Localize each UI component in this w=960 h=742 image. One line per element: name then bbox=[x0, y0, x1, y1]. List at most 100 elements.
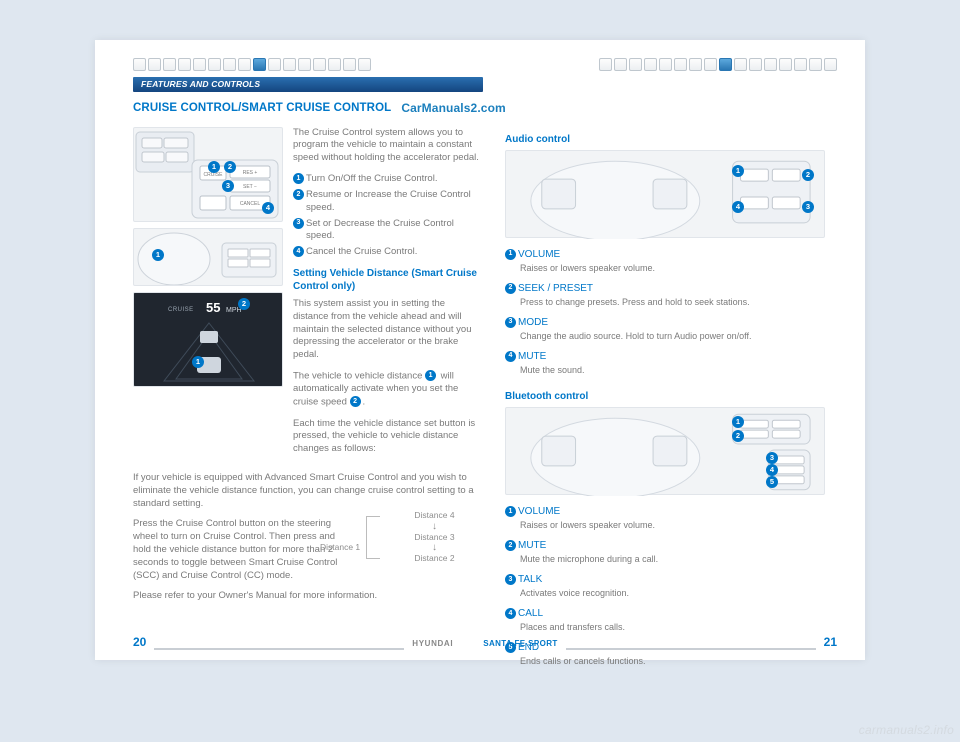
nav-icon bbox=[659, 58, 672, 71]
nav-icon bbox=[764, 58, 777, 71]
audio-control-list: 1VOLUMERaises or lowers speaker volume. … bbox=[505, 248, 825, 376]
nav-icon bbox=[599, 58, 612, 71]
control-desc: Mute the microphone during a call. bbox=[520, 553, 825, 565]
manual-spread: FEATURES AND CONTROLS CRUISE CONTROL/SMA… bbox=[95, 40, 865, 660]
steering-wheel-illustration: 1 bbox=[133, 228, 283, 286]
cruise-buttons-illustration: CRUISE RES + SET − CANCEL 1 2 3 4 bbox=[133, 127, 283, 222]
control-desc: Press to change presets. Press and hold … bbox=[520, 296, 825, 308]
icon-strip-right bbox=[599, 58, 837, 71]
nav-icon bbox=[704, 58, 717, 71]
nav-icon bbox=[824, 58, 837, 71]
nav-icon bbox=[614, 58, 627, 71]
bluetooth-heading: Bluetooth control bbox=[505, 390, 825, 404]
num-badge-4: 4 bbox=[505, 351, 516, 362]
num-badge-1: 1 bbox=[293, 173, 304, 184]
control-label: MUTE bbox=[518, 540, 546, 551]
control-label: TALK bbox=[518, 574, 542, 585]
callout-badge-3: 3 bbox=[222, 180, 234, 192]
control-desc: Mute the sound. bbox=[520, 364, 825, 376]
left-column: CRUISE RES + SET − CANCEL 1 2 3 4 bbox=[133, 127, 483, 676]
control-desc: Raises or lowers speaker volume. bbox=[520, 519, 825, 531]
control-label: MUTE bbox=[518, 351, 546, 362]
num-badge-3: 3 bbox=[505, 574, 516, 585]
section-label: FEATURES AND CONTROLS bbox=[133, 77, 483, 92]
nav-icon bbox=[674, 58, 687, 71]
inline-badge-2: 2 bbox=[350, 396, 361, 407]
steering-buttons-svg: CRUISE RES + SET − CANCEL bbox=[134, 128, 283, 222]
nav-icon bbox=[223, 58, 236, 71]
distance-para-3: Each time the vehicle distance set butto… bbox=[293, 418, 483, 456]
svg-text:55: 55 bbox=[206, 300, 220, 315]
distance-para-1: This system assist you in setting the di… bbox=[293, 298, 483, 362]
nav-icon bbox=[358, 58, 371, 71]
callout-badge-2: 2 bbox=[224, 161, 236, 173]
distance-para-2: The vehicle to vehicle distance 1 will a… bbox=[293, 370, 483, 409]
icon-strip-left bbox=[133, 58, 371, 71]
distance-flow-diagram: Distance 4 ↓ Distance 3 ↓ Distance 2 Dis… bbox=[358, 510, 483, 564]
watermark-corner: carmanuals2.info bbox=[859, 722, 954, 738]
nav-icon bbox=[794, 58, 807, 71]
nav-icon bbox=[163, 58, 176, 71]
num-badge-1: 1 bbox=[505, 249, 516, 260]
nav-icon bbox=[283, 58, 296, 71]
page-number-right: 21 bbox=[824, 634, 837, 650]
footer-brand: HYUNDAI bbox=[412, 639, 453, 650]
distance-label: Distance 1 bbox=[320, 542, 360, 553]
callout-badge-1: 1 bbox=[192, 356, 204, 368]
control-label: MODE bbox=[518, 317, 548, 328]
distance-heading: Setting Vehicle Distance (Smart Cruise C… bbox=[293, 267, 483, 294]
cruise-step: Turn On/Off the Cruise Control. bbox=[306, 173, 483, 186]
nav-icon bbox=[749, 58, 762, 71]
cluster-display-illustration: CRUISE 55 MPH 2 1 bbox=[133, 292, 283, 387]
num-badge-2: 2 bbox=[505, 540, 516, 551]
cruise-step: Set or Decrease the Cruise Control speed… bbox=[306, 218, 483, 244]
control-desc: Ends calls or cancels functions. bbox=[520, 655, 825, 667]
svg-text:SET −: SET − bbox=[243, 184, 257, 190]
inline-badge-1: 1 bbox=[425, 370, 436, 381]
callout-badge-2: 2 bbox=[238, 298, 250, 310]
num-badge-3: 3 bbox=[505, 317, 516, 328]
control-label: SEEK / PRESET bbox=[518, 283, 593, 294]
nav-icon bbox=[193, 58, 206, 71]
nav-icon bbox=[208, 58, 221, 71]
nav-icon bbox=[133, 58, 146, 71]
callout-badge-4: 4 bbox=[262, 202, 274, 214]
svg-text:RES +: RES + bbox=[243, 170, 258, 176]
full-para-3: Please refer to your Owner's Manual for … bbox=[133, 590, 483, 603]
cruise-steps-list: 1Turn On/Off the Cruise Control. 2Resume… bbox=[293, 173, 483, 259]
cruise-step: Resume or Increase the Cruise Control sp… bbox=[306, 189, 483, 215]
num-badge-2: 2 bbox=[293, 189, 304, 200]
callout-badge-1: 1 bbox=[152, 249, 164, 261]
control-label: CALL bbox=[518, 608, 543, 619]
nav-icon bbox=[238, 58, 251, 71]
nav-icon bbox=[313, 58, 326, 71]
control-label: VOLUME bbox=[518, 506, 560, 517]
nav-icon bbox=[148, 58, 161, 71]
distance-label: Distance 2 bbox=[386, 553, 483, 564]
nav-icon bbox=[809, 58, 822, 71]
nav-icon-active bbox=[253, 58, 266, 71]
num-badge-1: 1 bbox=[505, 506, 516, 517]
num-badge-2: 2 bbox=[505, 283, 516, 294]
nav-icon-active bbox=[719, 58, 732, 71]
svg-text:CANCEL: CANCEL bbox=[240, 201, 261, 207]
page-footer: 20 HYUNDAI SANTA FE SPORT 21 bbox=[95, 634, 865, 650]
watermark-link: CarManuals2.com bbox=[401, 100, 506, 116]
cruise-step: Cancel the Cruise Control. bbox=[306, 246, 483, 259]
nav-icon bbox=[328, 58, 341, 71]
arrow-down-icon: ↓ bbox=[386, 522, 483, 532]
num-badge-3: 3 bbox=[293, 218, 304, 229]
nav-icon bbox=[644, 58, 657, 71]
page-title: CRUISE CONTROL/SMART CRUISE CONTROL bbox=[133, 101, 391, 117]
control-desc: Raises or lowers speaker volume. bbox=[520, 262, 825, 274]
control-desc: Activates voice recognition. bbox=[520, 587, 825, 599]
nav-icon bbox=[178, 58, 191, 71]
full-para-1: If your vehicle is equipped with Advance… bbox=[133, 472, 483, 510]
nav-icon bbox=[268, 58, 281, 71]
right-column: Audio control 1 2 3 4 1VOLUMERais bbox=[505, 127, 825, 676]
control-desc: Places and transfers calls. bbox=[520, 621, 825, 633]
cruise-intro: The Cruise Control system allows you to … bbox=[293, 127, 483, 165]
num-badge-4: 4 bbox=[293, 246, 304, 257]
svg-text:CRUISE: CRUISE bbox=[168, 307, 194, 313]
nav-icon bbox=[343, 58, 356, 71]
